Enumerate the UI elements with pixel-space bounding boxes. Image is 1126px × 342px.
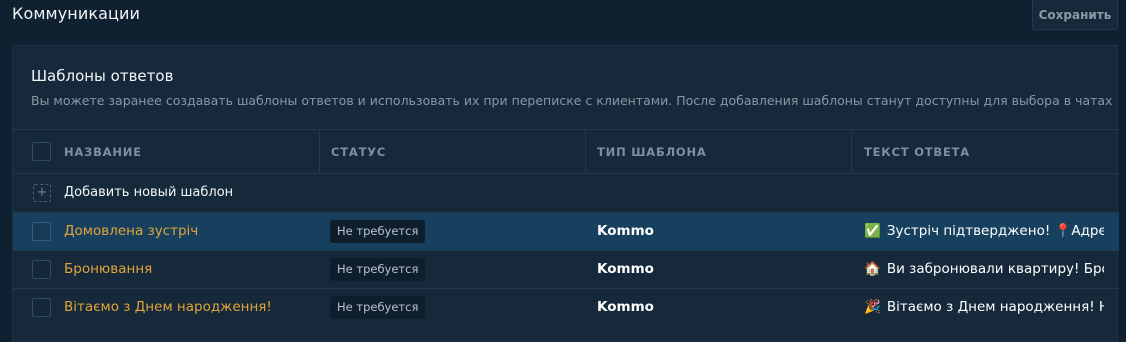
column-divider — [585, 130, 586, 173]
plus-icon[interactable]: + — [33, 184, 51, 202]
template-name-link[interactable]: Вітаємо з Днем народження! — [64, 299, 272, 315]
row-checkbox[interactable] — [32, 260, 51, 279]
column-header-type[interactable]: ТИП ШАБЛОНА — [597, 145, 707, 159]
column-header-name[interactable]: НАЗВАНИЕ — [64, 145, 142, 159]
status-badge: Не требуется — [330, 258, 426, 281]
select-all-checkbox[interactable] — [32, 142, 51, 161]
status-badge: Не требуется — [330, 220, 426, 243]
table-row[interactable]: Домовлена зустріч Не требуется Kommo ✅ Зу… — [13, 212, 1119, 250]
template-type: Kommo — [597, 261, 654, 277]
templates-panel: Шаблоны ответов Вы можете заранее создав… — [12, 45, 1119, 342]
row-checkbox[interactable] — [32, 298, 51, 317]
column-divider — [319, 130, 320, 173]
save-button[interactable]: Сохранить — [1032, 0, 1118, 30]
house-emoji-icon: 🏠 — [864, 261, 881, 277]
add-template-row[interactable]: + Добавить новый шаблон — [13, 173, 1119, 212]
status-badge: Не требуется — [330, 296, 426, 319]
reply-text-preview: ✅ Зустріч підтверджено! 📍Адреса — [864, 223, 1104, 239]
table-row[interactable]: Вітаємо з Днем народження! Не требуется … — [13, 288, 1119, 326]
template-name-link[interactable]: Бронювання — [64, 261, 152, 277]
reply-text-preview: 🏠 Ви забронювали квартиру! Брон — [864, 261, 1104, 277]
reply-text-preview: 🎉 Вітаємо з Днем народження! Не — [864, 299, 1104, 315]
column-divider — [851, 130, 852, 173]
table-header: НАЗВАНИЕ СТАТУС ТИП ШАБЛОНА ТЕКСТ ОТВЕТА — [13, 129, 1119, 173]
page-title: Коммуникации — [12, 4, 140, 23]
add-template-label[interactable]: Добавить новый шаблон — [64, 185, 233, 200]
column-header-text[interactable]: ТЕКСТ ОТВЕТА — [864, 145, 970, 159]
templates-table: НАЗВАНИЕ СТАТУС ТИП ШАБЛОНА ТЕКСТ ОТВЕТА… — [13, 129, 1119, 326]
reply-text: Зустріч підтверджено! 📍Адреса — [886, 223, 1104, 239]
table-row[interactable]: Бронювання Не требуется Kommo 🏠 Ви заброн… — [13, 250, 1119, 288]
template-type: Kommo — [597, 299, 654, 315]
party-popper-emoji-icon: 🎉 — [864, 299, 881, 315]
template-name-link[interactable]: Домовлена зустріч — [64, 223, 198, 239]
checkmark-emoji-icon: ✅ — [864, 223, 881, 239]
section-title: Шаблоны ответов — [31, 67, 174, 85]
template-type: Kommo — [597, 223, 654, 239]
reply-text: Вітаємо з Днем народження! Не — [886, 299, 1104, 315]
column-header-status[interactable]: СТАТУС — [331, 145, 386, 159]
row-checkbox[interactable] — [32, 222, 51, 241]
reply-text: Ви забронювали квартиру! Брон — [886, 261, 1104, 277]
top-bar: Коммуникации Сохранить — [0, 0, 1126, 44]
section-description: Вы можете заранее создавать шаблоны отве… — [31, 93, 1113, 108]
